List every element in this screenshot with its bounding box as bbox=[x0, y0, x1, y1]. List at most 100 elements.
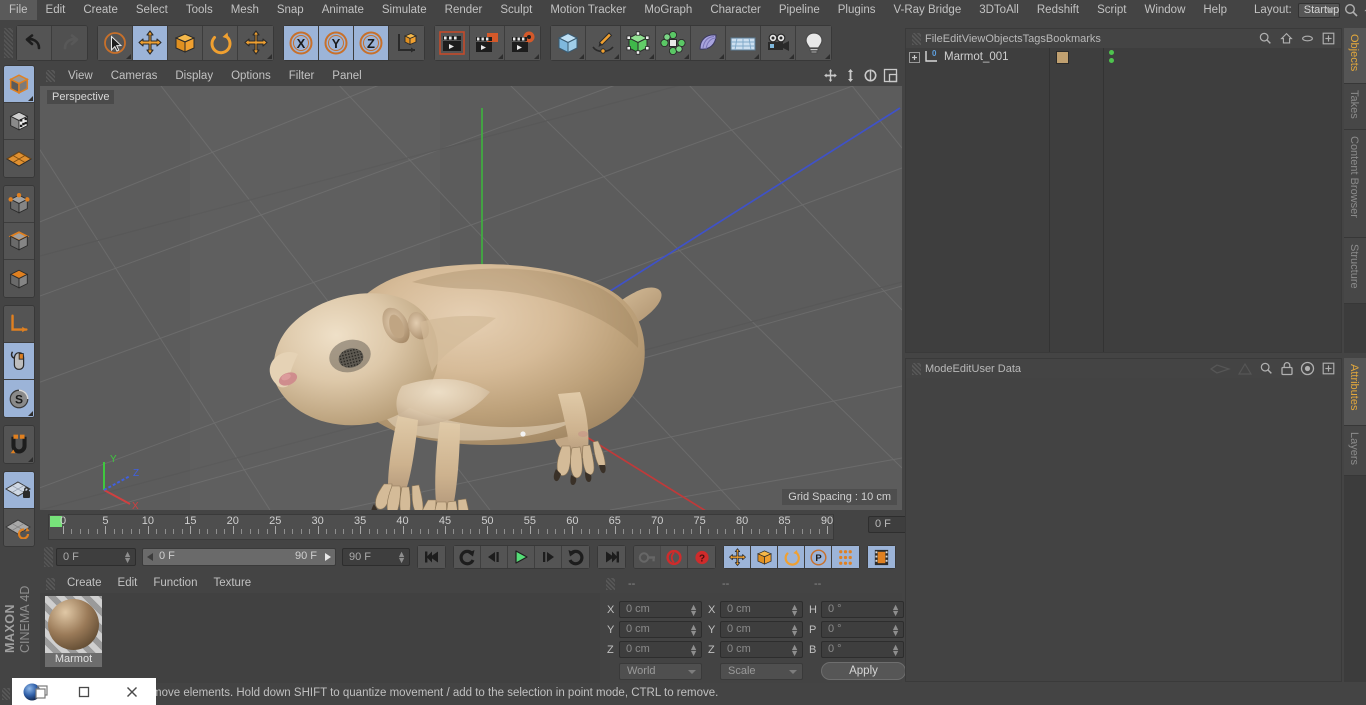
object-menu-item-objects[interactable]: Objects bbox=[985, 33, 1022, 45]
search-icon[interactable] bbox=[1258, 31, 1273, 49]
add-floor-button[interactable] bbox=[726, 25, 761, 60]
menu-item-help[interactable]: Help bbox=[1194, 0, 1236, 20]
texture-mode-button[interactable] bbox=[4, 103, 34, 140]
spinner-icon[interactable]: ▲▼ bbox=[689, 603, 698, 618]
viewport-menu-item-cameras[interactable]: Cameras bbox=[102, 66, 167, 86]
spinner-icon[interactable]: ▲▼ bbox=[891, 623, 900, 638]
size-x-field[interactable]: 0 cm ▲ ▼ bbox=[720, 601, 803, 618]
menu-item-motion-tracker[interactable]: Motion Tracker bbox=[541, 0, 635, 20]
object-menu-item-tags[interactable]: Tags bbox=[1023, 33, 1046, 45]
menu-item-snap[interactable]: Snap bbox=[268, 0, 313, 20]
viewport-menu-item-panel[interactable]: Panel bbox=[323, 66, 370, 86]
add-camera-button[interactable] bbox=[761, 25, 796, 60]
world-coordinate-button[interactable] bbox=[389, 25, 424, 60]
play-button[interactable] bbox=[508, 546, 535, 568]
plus-box-icon[interactable] bbox=[1321, 361, 1336, 379]
add-spline-button[interactable] bbox=[586, 25, 621, 60]
vertical-tab-layers[interactable]: Layers bbox=[1344, 426, 1366, 476]
menu-item-plugins[interactable]: Plugins bbox=[829, 0, 885, 20]
expand-icon[interactable] bbox=[906, 51, 922, 63]
model-mode-button[interactable] bbox=[4, 66, 34, 103]
ellipse-icon[interactable] bbox=[1300, 31, 1315, 49]
add-deformer-button[interactable] bbox=[691, 25, 726, 60]
current-frame-field[interactable]: 0 F ▲ ▼ bbox=[56, 548, 136, 566]
vertical-tab-structure[interactable]: Structure bbox=[1344, 238, 1366, 304]
vertical-tab-content-browser[interactable]: Content Browser bbox=[1344, 130, 1366, 238]
position-x-field[interactable]: 0 cm ▲ ▼ bbox=[619, 601, 702, 618]
preview-range-bar[interactable]: 0 F 90 F bbox=[142, 548, 336, 566]
render-view-button[interactable] bbox=[435, 25, 470, 60]
dolly-icon[interactable] bbox=[843, 68, 858, 83]
menu-item-pipeline[interactable]: Pipeline bbox=[770, 0, 829, 20]
range-right-arrow-icon[interactable] bbox=[325, 553, 331, 561]
menu-item-window[interactable]: Window bbox=[1135, 0, 1194, 20]
attribute-manager-body[interactable] bbox=[906, 378, 1341, 681]
go-to-end-button[interactable] bbox=[598, 546, 625, 568]
search-icon[interactable] bbox=[1259, 361, 1274, 379]
menu-item-render[interactable]: Render bbox=[436, 0, 492, 20]
live-selection-button[interactable] bbox=[98, 25, 133, 60]
vertical-tab-takes[interactable]: Takes bbox=[1344, 84, 1366, 130]
scale-key-button[interactable] bbox=[751, 546, 778, 568]
menu-item-mesh[interactable]: Mesh bbox=[222, 0, 268, 20]
undo-button[interactable] bbox=[17, 25, 52, 60]
menu-item-edit[interactable]: Edit bbox=[37, 0, 75, 20]
attribute-menu-item-edit[interactable]: Edit bbox=[953, 363, 972, 375]
viewport-menu-item-display[interactable]: Display bbox=[166, 66, 222, 86]
transport-grip[interactable] bbox=[44, 547, 53, 567]
rotation-b-field[interactable]: 0 ° ▲ ▼ bbox=[821, 641, 904, 658]
menu-item-redshift[interactable]: Redshift bbox=[1028, 0, 1088, 20]
menu-item-tools[interactable]: Tools bbox=[177, 0, 222, 20]
layout-select[interactable]: Startup bbox=[1297, 2, 1341, 18]
home-icon[interactable] bbox=[1279, 31, 1294, 49]
point-mode-button[interactable] bbox=[4, 186, 34, 223]
object-menu-item-bookmarks[interactable]: Bookmarks bbox=[1046, 33, 1101, 45]
rotate-tool-button[interactable] bbox=[203, 25, 238, 60]
position-y-field[interactable]: 0 cm ▲ ▼ bbox=[619, 621, 702, 638]
material-menu-item-edit[interactable]: Edit bbox=[110, 574, 146, 593]
object-manager-grip[interactable] bbox=[912, 32, 921, 45]
next-frame-button[interactable] bbox=[535, 546, 562, 568]
visibility-dot-render-icon[interactable] bbox=[1109, 58, 1114, 63]
keyframe-selection-button[interactable]: ? bbox=[688, 546, 715, 568]
up-nav-icon[interactable] bbox=[1237, 362, 1253, 379]
go-to-start-button[interactable] bbox=[418, 546, 445, 568]
menu-item-file[interactable]: File bbox=[0, 0, 37, 20]
spinner-icon[interactable]: ▲▼ bbox=[790, 603, 799, 618]
apply-button[interactable]: Apply bbox=[821, 662, 906, 680]
menu-item-v-ray-bridge[interactable]: V-Ray Bridge bbox=[884, 0, 970, 20]
attribute-menu-item-mode[interactable]: Mode bbox=[925, 363, 953, 375]
spinner-icon[interactable]: ▲▼ bbox=[790, 623, 799, 638]
edge-mode-button[interactable] bbox=[4, 223, 34, 260]
size-y-field[interactable]: 0 cm ▲ ▼ bbox=[720, 621, 803, 638]
range-left-arrow-icon[interactable] bbox=[147, 553, 153, 561]
render-to-picture-viewer-button[interactable] bbox=[470, 25, 505, 60]
rotation-p-field[interactable]: 0 ° ▲ ▼ bbox=[821, 621, 904, 638]
size-z-field[interactable]: 0 cm ▲ ▼ bbox=[720, 641, 803, 658]
timeline-ruler[interactable]: 0 5 10 15 20 25 30 35 40 45 50 55 60 65 70 75 80 85 90 bbox=[48, 514, 834, 540]
object-menu-item-edit[interactable]: Edit bbox=[943, 33, 962, 45]
minimize-button[interactable] bbox=[60, 678, 108, 705]
material-menu-item-create[interactable]: Create bbox=[59, 574, 110, 593]
menu-item-select[interactable]: Select bbox=[127, 0, 177, 20]
menu-item-mograph[interactable]: MoGraph bbox=[635, 0, 701, 20]
toolbar-grip[interactable] bbox=[4, 27, 13, 58]
coordinates-grip[interactable] bbox=[606, 577, 615, 590]
max-frame-field[interactable]: 90 F ▲ ▼ bbox=[342, 548, 410, 566]
record-active-objects-button[interactable] bbox=[634, 546, 661, 568]
add-generator-button[interactable] bbox=[621, 25, 656, 60]
object-menu-item-file[interactable]: File bbox=[925, 33, 943, 45]
prev-nav-icon[interactable] bbox=[1209, 362, 1231, 379]
coordinate-mode-select[interactable]: Scale bbox=[720, 662, 803, 680]
add-cube-button[interactable] bbox=[551, 25, 586, 60]
coordinate-system-select[interactable]: World bbox=[619, 662, 702, 680]
visibility-dot-editor-icon[interactable] bbox=[1109, 50, 1114, 55]
spinner-icon[interactable]: ▲▼ bbox=[689, 643, 698, 658]
object-menu-item-view[interactable]: View bbox=[962, 33, 986, 45]
position-key-button[interactable] bbox=[724, 546, 751, 568]
z-axis-lock-button[interactable]: Z bbox=[354, 25, 389, 60]
scale-tool-button[interactable] bbox=[168, 25, 203, 60]
menu-item-sculpt[interactable]: Sculpt bbox=[491, 0, 541, 20]
target-icon[interactable] bbox=[1300, 361, 1315, 379]
material-menu-item-texture[interactable]: Texture bbox=[205, 574, 259, 593]
